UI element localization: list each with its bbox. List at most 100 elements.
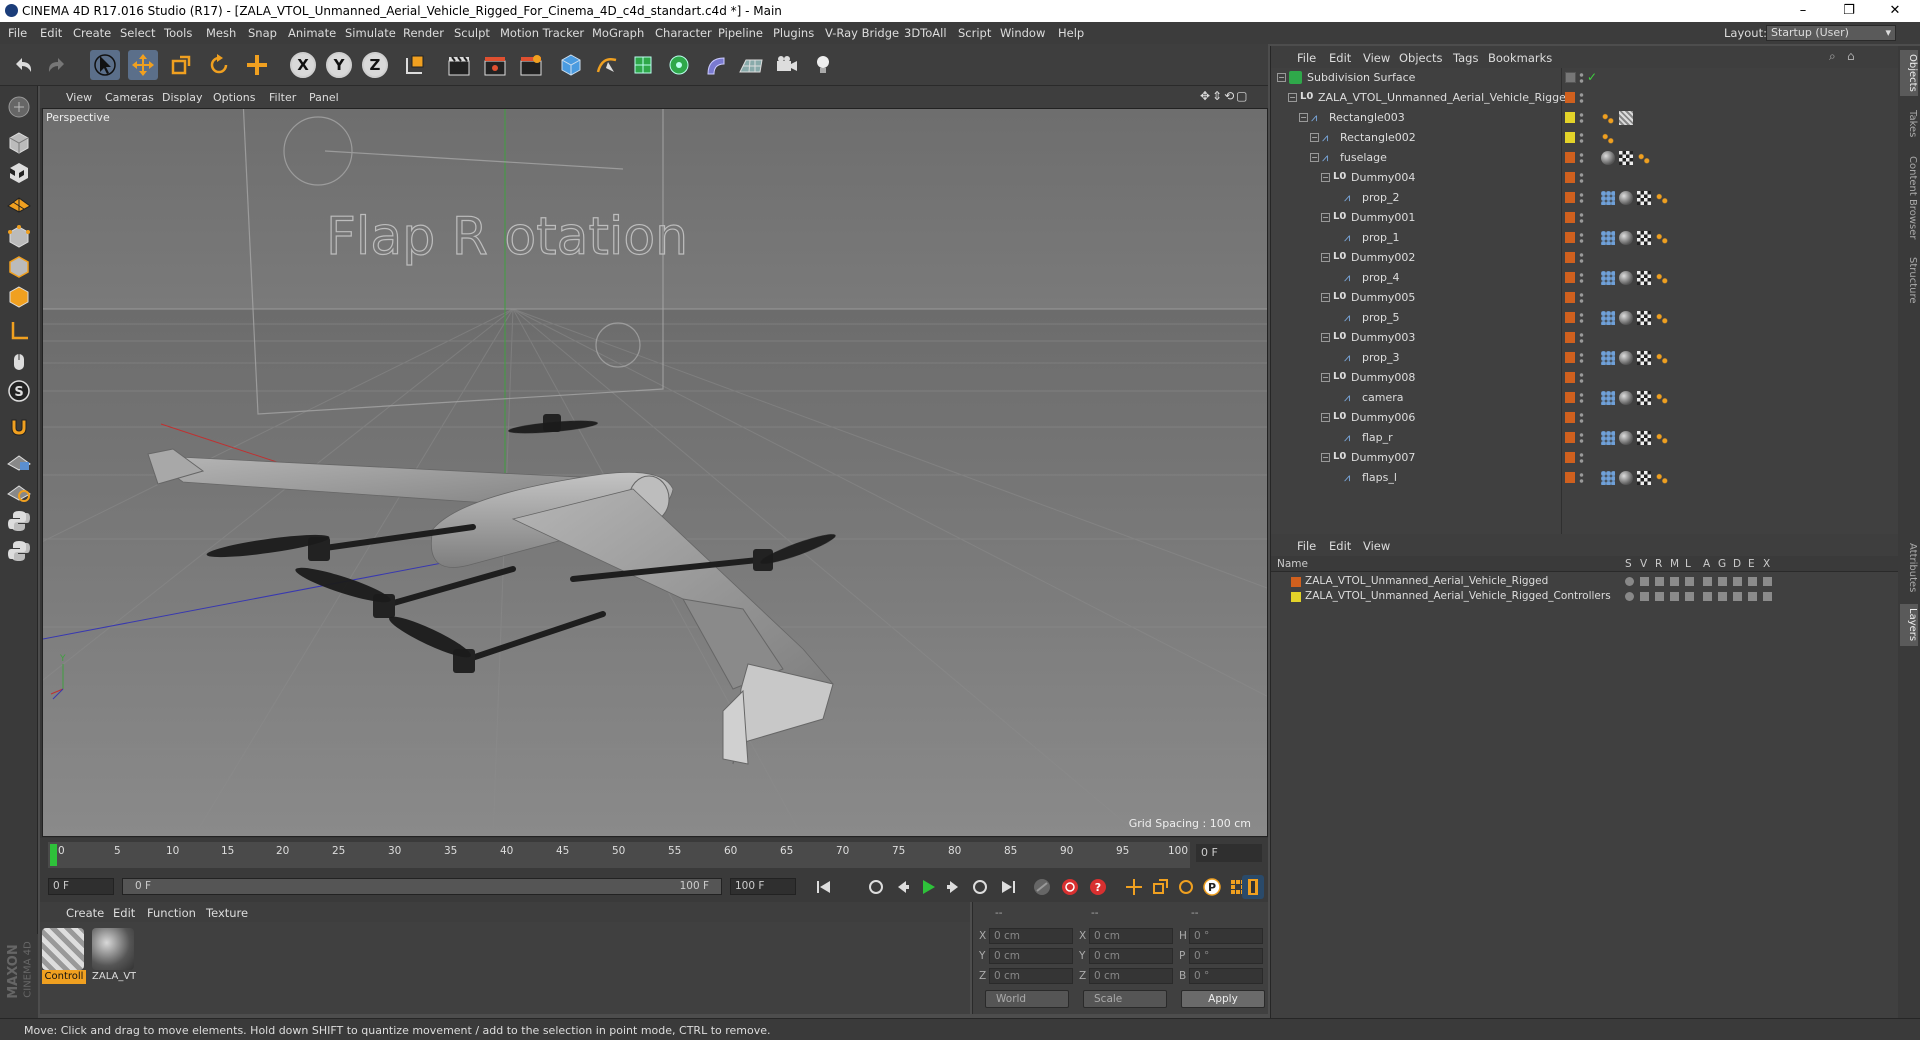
visibility-toggle[interactable]: [1579, 92, 1584, 104]
coordinate-space-select[interactable]: World: [985, 990, 1069, 1008]
record-button[interactable]: [1058, 875, 1082, 899]
objects-menu-view[interactable]: View: [1363, 51, 1390, 65]
menu-file[interactable]: File: [8, 26, 27, 40]
object-row[interactable]: − L0 Dummy003: [1271, 328, 1899, 348]
texture-tag-icon[interactable]: [1637, 311, 1651, 325]
rotate-tool-button[interactable]: [204, 50, 234, 80]
python-script-2-button[interactable]: [4, 536, 34, 566]
polygons-mode-button[interactable]: [4, 282, 34, 312]
layer-color-swatch[interactable]: [1291, 577, 1301, 587]
ik-tag-icon[interactable]: [1601, 111, 1615, 125]
expression-toggle-icon[interactable]: [1748, 592, 1757, 601]
axis-mode-button[interactable]: [4, 316, 34, 346]
material-tag-icon[interactable]: [1619, 231, 1633, 245]
visibility-toggle[interactable]: [1579, 452, 1584, 464]
tab-content-browser[interactable]: Content Browser: [1900, 150, 1918, 246]
points-mode-button[interactable]: [4, 222, 34, 252]
visibility-toggle[interactable]: [1579, 172, 1584, 184]
layer-color-swatch[interactable]: [1565, 432, 1575, 443]
visibility-toggle[interactable]: [1579, 212, 1584, 224]
object-row[interactable]: − Subdivision Surface ✓: [1271, 68, 1899, 88]
generator-toggle-icon[interactable]: [1718, 577, 1727, 586]
texture-tag-icon[interactable]: [1637, 391, 1651, 405]
autokey-toggle[interactable]: [1030, 875, 1054, 899]
render-settings-button[interactable]: [516, 50, 546, 80]
ik-tag-icon[interactable]: [1655, 191, 1669, 205]
object-row[interactable]: ⩘ camera: [1271, 388, 1899, 408]
layer-row[interactable]: ZALA_VTOL_Unmanned_Aerial_Vehicle_Rigged: [1271, 574, 1899, 589]
ik-tag-icon[interactable]: [1655, 431, 1669, 445]
expand-toggle-icon[interactable]: −: [1321, 333, 1330, 342]
deformer-toggle-icon[interactable]: [1733, 592, 1742, 601]
menu-edit[interactable]: Edit: [40, 26, 62, 40]
search-icon[interactable]: ⌕: [1829, 49, 1836, 64]
layer-color-swatch[interactable]: [1565, 172, 1575, 183]
object-row[interactable]: ⩘ prop_3: [1271, 348, 1899, 368]
object-row[interactable]: − L0 ZALA_VTOL_Unmanned_Aerial_Vehicle_Rig…: [1271, 88, 1899, 108]
layers-menu-file[interactable]: File: [1297, 539, 1316, 553]
material-menu-function[interactable]: Function: [147, 906, 196, 920]
view-toggle-icon[interactable]: [1640, 592, 1649, 601]
layer-color-swatch[interactable]: [1565, 232, 1575, 243]
texture-tag-icon[interactable]: [1637, 231, 1651, 245]
layer-color-swatch[interactable]: [1565, 452, 1575, 463]
expand-toggle-icon[interactable]: −: [1321, 373, 1330, 382]
render-toggle-icon[interactable]: [1655, 577, 1664, 586]
menu-3dtoall[interactable]: 3DToAll: [904, 26, 947, 40]
layers-menu-view[interactable]: View: [1363, 539, 1390, 553]
menu-vray-bridge[interactable]: V-Ray Bridge: [825, 26, 899, 40]
layer-row[interactable]: ZALA_VTOL_Unmanned_Aerial_Vehicle_Rigged…: [1271, 589, 1899, 604]
grid-lock-button[interactable]: [4, 446, 34, 476]
position-x-field[interactable]: 0 cm: [989, 928, 1073, 944]
visibility-toggle[interactable]: [1579, 372, 1584, 384]
menu-snap[interactable]: Snap: [248, 26, 277, 40]
object-row[interactable]: − ⩘ fuselage: [1271, 148, 1899, 168]
expand-toggle-icon[interactable]: −: [1321, 213, 1330, 222]
current-frame-field[interactable]: 0 F: [1196, 844, 1262, 862]
menu-sculpt[interactable]: Sculpt: [454, 26, 490, 40]
layer-color-swatch[interactable]: [1565, 352, 1575, 363]
redo-button[interactable]: [42, 50, 72, 80]
visibility-toggle[interactable]: [1579, 332, 1584, 344]
key-position-button[interactable]: [1122, 875, 1146, 899]
view-toggle-icon[interactable]: [1640, 577, 1649, 586]
object-row[interactable]: − L0 Dummy006: [1271, 408, 1899, 428]
previous-key-button[interactable]: [864, 875, 888, 899]
solo-toggle-icon[interactable]: [1625, 577, 1634, 586]
visibility-toggle[interactable]: [1579, 392, 1584, 404]
go-to-start-button[interactable]: [812, 875, 836, 899]
expand-toggle-icon[interactable]: −: [1277, 73, 1286, 82]
play-button[interactable]: [916, 875, 940, 899]
tweak-mode-button[interactable]: [4, 346, 34, 376]
texture-tag-icon[interactable]: [1637, 191, 1651, 205]
menu-animate[interactable]: Animate: [288, 26, 336, 40]
texture-tag-icon[interactable]: [1637, 351, 1651, 365]
material-tag-icon[interactable]: [1619, 431, 1633, 445]
visibility-toggle[interactable]: [1579, 312, 1584, 324]
visibility-toggle[interactable]: [1579, 132, 1584, 144]
ik-tag-icon[interactable]: [1655, 311, 1669, 325]
layer-color-swatch[interactable]: [1565, 412, 1575, 423]
menu-pipeline[interactable]: Pipeline: [718, 26, 763, 40]
xref-toggle-icon[interactable]: [1763, 592, 1772, 601]
objects-menu-file[interactable]: File: [1297, 51, 1316, 65]
menu-window[interactable]: Window: [1000, 26, 1045, 40]
layer-color-swatch[interactable]: [1565, 272, 1575, 283]
visibility-toggle[interactable]: [1579, 232, 1584, 244]
layer-color-swatch[interactable]: [1291, 592, 1301, 602]
object-row[interactable]: ⩘ prop_1: [1271, 228, 1899, 248]
next-key-button[interactable]: [968, 875, 992, 899]
objects-menu-objects[interactable]: Objects: [1399, 51, 1442, 65]
tab-attributes[interactable]: Attributes: [1900, 536, 1918, 600]
ik-tag-icon[interactable]: [1655, 471, 1669, 485]
layer-color-swatch[interactable]: [1565, 372, 1575, 383]
texture-tag-icon[interactable]: [1637, 471, 1651, 485]
object-row[interactable]: ⩘ flaps_l: [1271, 468, 1899, 488]
snap-button[interactable]: S: [4, 376, 34, 406]
add-floor-button[interactable]: [736, 50, 766, 80]
material-menu-create[interactable]: Create: [66, 906, 104, 920]
key-rotation-button[interactable]: [1174, 875, 1198, 899]
close-button[interactable]: ✕: [1872, 0, 1918, 22]
layout-select[interactable]: Startup (User) ▾: [1766, 25, 1896, 41]
key-scale-button[interactable]: [1148, 875, 1172, 899]
